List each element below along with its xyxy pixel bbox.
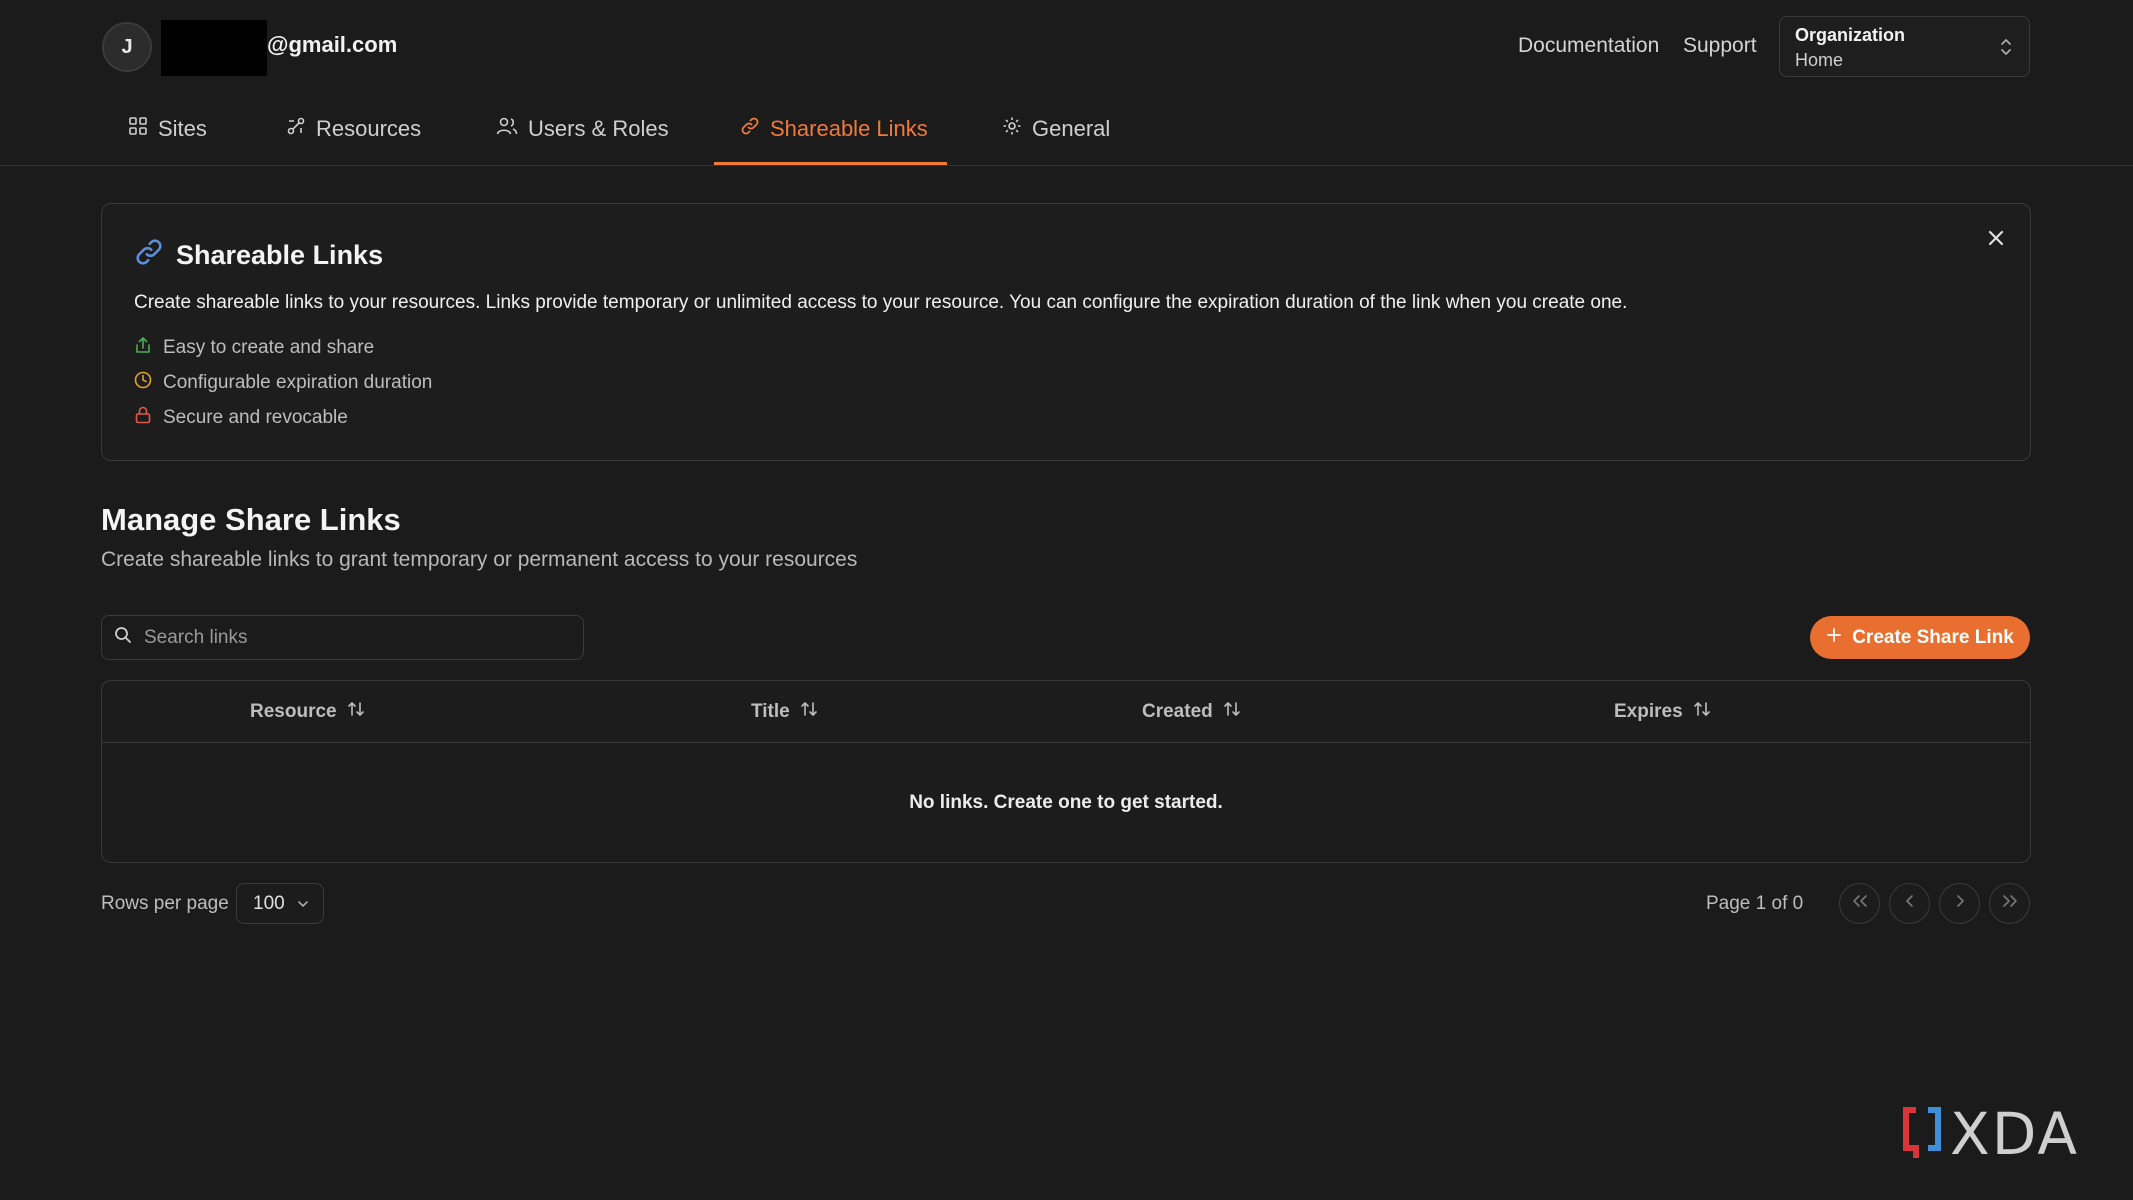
- page-info: Page 1 of 0: [1706, 893, 1804, 914]
- avatar[interactable]: J: [102, 22, 152, 72]
- chevron-left-icon: [1904, 894, 1916, 913]
- info-card-title: Shareable Links: [134, 237, 383, 274]
- active-tab-indicator: [714, 162, 947, 165]
- chevron-right-icon: [1954, 894, 1966, 913]
- tab-label: Sites: [158, 116, 207, 141]
- chevron-down-icon: [297, 893, 309, 915]
- organization-selector[interactable]: Organization Home: [1779, 16, 2030, 77]
- nav-tabs: Sites Resources Users & Roles Shareable …: [0, 92, 2133, 166]
- column-header-resource[interactable]: Resource: [250, 681, 365, 743]
- avatar-initial: J: [121, 35, 133, 58]
- plus-icon: [1826, 627, 1842, 649]
- chevron-up-down-icon: [1999, 37, 2013, 62]
- xda-watermark: XDA: [1902, 1100, 2079, 1168]
- resources-icon: [286, 116, 306, 142]
- user-email: @gmail.com: [267, 32, 398, 57]
- tab-shareable-links[interactable]: Shareable Links: [738, 92, 930, 166]
- table-header: Resource Title Created Expires: [102, 681, 2030, 743]
- page-subtitle: Create shareable links to grant temporar…: [101, 548, 858, 571]
- tab-general[interactable]: General: [1000, 92, 1112, 166]
- tab-label: Shareable Links: [770, 116, 928, 141]
- page-title: Manage Share Links: [101, 502, 401, 537]
- next-page-button[interactable]: [1939, 883, 1980, 924]
- top-bar: J @gmail.com Documentation Support Organ…: [0, 0, 2133, 92]
- sort-icon: [1693, 700, 1711, 724]
- tab-sites[interactable]: Sites: [126, 92, 209, 166]
- first-page-button[interactable]: [1839, 883, 1880, 924]
- search-input[interactable]: [142, 625, 583, 650]
- tab-label: General: [1032, 116, 1111, 141]
- search-icon: [114, 626, 132, 649]
- support-link[interactable]: Support: [1683, 34, 1757, 58]
- column-header-expires[interactable]: Expires: [1614, 681, 1711, 743]
- create-share-link-button[interactable]: Create Share Link: [1810, 616, 2030, 659]
- xda-logo-text: XDA: [1950, 1100, 2080, 1168]
- share-links-table: Resource Title Created Expires No links.…: [101, 680, 2031, 863]
- sort-icon: [1223, 700, 1241, 724]
- close-icon[interactable]: [1986, 228, 2006, 253]
- tab-resources[interactable]: Resources: [284, 92, 423, 166]
- lock-icon: [134, 406, 152, 430]
- users-icon: [496, 116, 518, 142]
- info-card: Shareable Links Create shareable links t…: [101, 203, 2031, 461]
- empty-state-message: No links. Create one to get started.: [909, 792, 1223, 813]
- search-box[interactable]: [101, 615, 584, 660]
- rows-per-page-select[interactable]: 100: [236, 883, 324, 924]
- column-header-created[interactable]: Created: [1142, 681, 1241, 743]
- organization-label: Organization: [1795, 25, 1906, 45]
- create-share-link-label: Create Share Link: [1852, 626, 2014, 648]
- info-description: Create shareable links to your resources…: [134, 292, 1628, 313]
- sort-icon: [347, 700, 365, 724]
- feature-item: Configurable expiration duration: [134, 371, 432, 395]
- link-icon: [134, 237, 164, 274]
- tab-label: Users & Roles: [528, 116, 669, 141]
- column-header-title[interactable]: Title: [751, 681, 818, 743]
- rows-per-page-label: Rows per page: [101, 893, 229, 914]
- share-icon: [134, 336, 152, 360]
- previous-page-button[interactable]: [1889, 883, 1930, 924]
- gear-icon: [1002, 116, 1022, 142]
- rows-per-page-value: 100: [253, 892, 285, 914]
- chevrons-left-icon: [1851, 894, 1869, 913]
- feature-item: Secure and revocable: [134, 406, 348, 430]
- sites-icon: [128, 116, 148, 142]
- sort-icon: [800, 700, 818, 724]
- redacted-email-prefix: [161, 20, 267, 76]
- tab-users-roles[interactable]: Users & Roles: [494, 92, 671, 166]
- documentation-link[interactable]: Documentation: [1518, 34, 1659, 58]
- chevrons-right-icon: [2001, 894, 2019, 913]
- link-icon: [740, 116, 760, 142]
- info-title-text: Shareable Links: [176, 240, 384, 270]
- feature-item: Easy to create and share: [134, 336, 374, 360]
- organization-value: Home: [1795, 50, 1844, 70]
- xda-logo-icon: [1902, 1104, 1942, 1165]
- tab-label: Resources: [316, 116, 422, 141]
- clock-icon: [134, 371, 152, 395]
- last-page-button[interactable]: [1989, 883, 2030, 924]
